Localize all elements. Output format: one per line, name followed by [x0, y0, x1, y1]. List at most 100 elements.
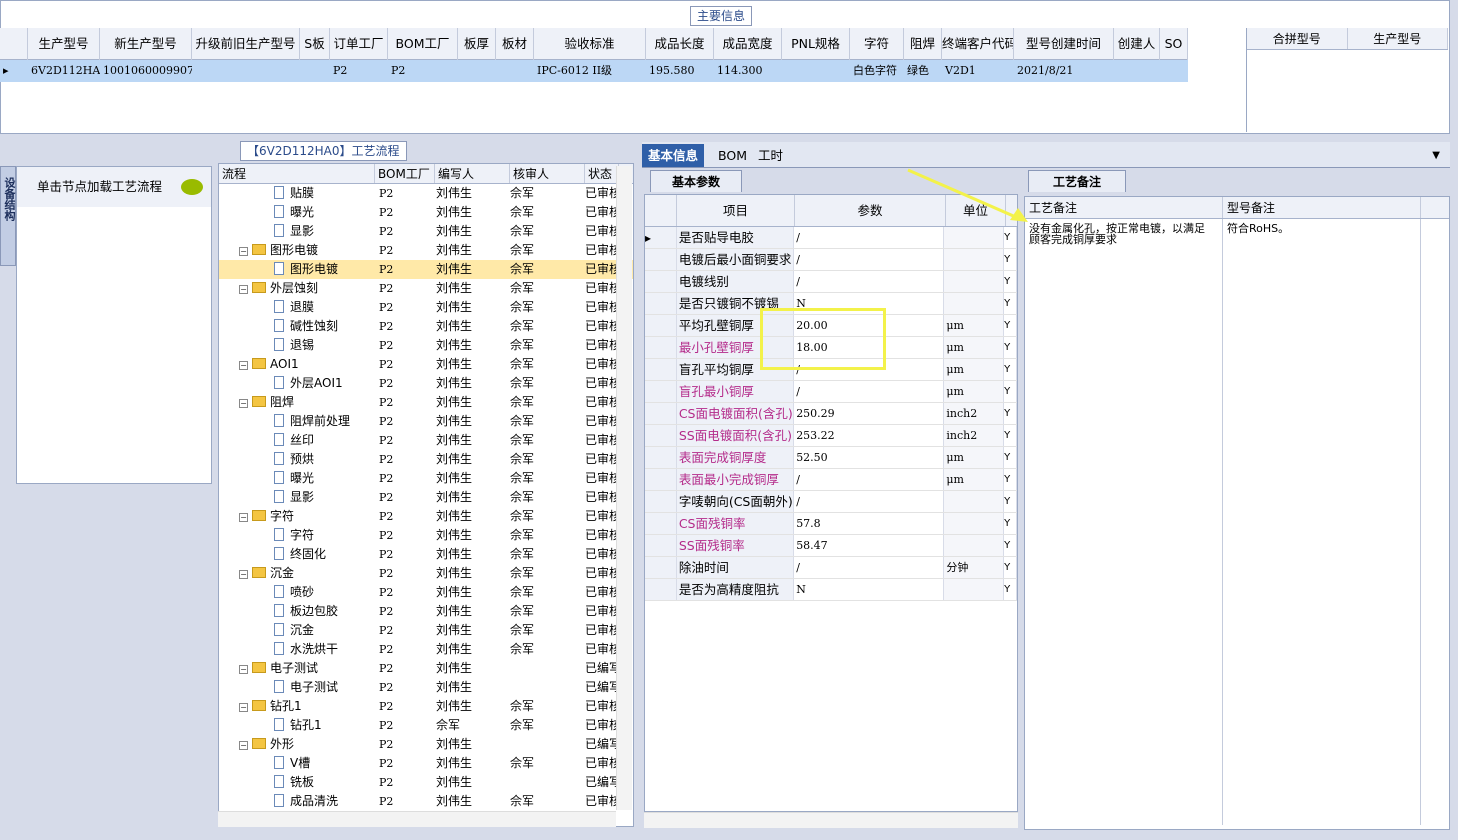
column-header[interactable]: 终端客户代码 — [942, 28, 1014, 60]
tree-row[interactable]: 阻焊前处理 P2 刘伟生 佘军 已审核 — [219, 412, 633, 431]
param-value[interactable]: / — [794, 271, 945, 292]
tab-bom[interactable]: BOM — [712, 144, 753, 167]
cell[interactable]: 绿色 — [904, 60, 942, 82]
param-row[interactable]: 是否为高精度阻抗 N Y — [645, 579, 1017, 601]
tree-row[interactable]: 曝光 P2 刘伟生 佘军 已审核 — [219, 469, 633, 488]
tree-node[interactable]: 板边包胶 — [219, 602, 375, 621]
tree-node[interactable]: − 外形 — [219, 735, 375, 754]
param-row[interactable]: 电镀后最小面铜要求 / Y — [645, 249, 1017, 271]
column-header[interactable]: BOM工厂 — [388, 28, 458, 60]
tree-node[interactable]: 显影 — [219, 488, 375, 507]
tree-node[interactable]: 喷砂 — [219, 583, 375, 602]
tree-row[interactable]: 退锡 P2 刘伟生 佘军 已审核 — [219, 336, 633, 355]
column-header[interactable]: 型号创建时间 — [1014, 28, 1114, 60]
collapse-icon[interactable]: − — [239, 247, 248, 256]
row-selector[interactable] — [645, 271, 677, 292]
tree-row[interactable]: 预烘 P2 刘伟生 佘军 已审核 — [219, 450, 633, 469]
tree-node[interactable]: V槽 — [219, 754, 375, 773]
tree-node[interactable]: 终固化 — [219, 545, 375, 564]
tree-node[interactable]: 字符 — [219, 526, 375, 545]
tree-row[interactable]: − 字符 P2 刘伟生 佘军 已审核 — [219, 507, 633, 526]
tree-node[interactable]: 碱性蚀刻 — [219, 317, 375, 336]
tree-node[interactable]: 曝光 — [219, 203, 375, 222]
column-header[interactable]: 阻焊 — [904, 28, 942, 60]
column-header[interactable]: 板材 — [496, 28, 534, 60]
cell[interactable]: 114.300 — [714, 60, 782, 82]
tree-node[interactable]: 曝光 — [219, 469, 375, 488]
tree-node[interactable]: − 沉金 — [219, 564, 375, 583]
collapse-icon[interactable]: − — [239, 665, 248, 674]
cell[interactable]: 10010600099072 — [100, 60, 192, 82]
device-structure-tab[interactable]: 设备结构 — [0, 166, 16, 266]
column-header[interactable]: 字符 — [850, 28, 904, 60]
param-row[interactable]: 表面完成铜厚度 52.50 μm Y — [645, 447, 1017, 469]
cell[interactable]: 195.580 — [646, 60, 714, 82]
column-header[interactable]: 板厚 — [458, 28, 496, 60]
row-selector[interactable] — [645, 535, 677, 556]
tree-node[interactable]: − 阻焊 — [219, 393, 375, 412]
tree-row[interactable]: 铣板 P2 刘伟生 已编写 — [219, 773, 633, 792]
tree-node[interactable]: 电子测试 — [219, 678, 375, 697]
cell[interactable] — [300, 60, 330, 82]
row-selector[interactable] — [645, 249, 677, 270]
tree-node[interactable]: − 外层蚀刻 — [219, 279, 375, 298]
tree-row[interactable]: − 外层蚀刻 P2 刘伟生 佘军 已审核 — [219, 279, 633, 298]
tree-column-header[interactable]: 核审人 — [510, 164, 585, 183]
tree-row[interactable]: 终固化 P2 刘伟生 佘军 已审核 — [219, 545, 633, 564]
collapse-icon[interactable]: − — [239, 741, 248, 750]
collapse-icon[interactable]: − — [239, 570, 248, 579]
process-note-text[interactable]: 没有金属化孔，按正常电镀，以满足顾客完成铜厚要求 — [1025, 219, 1223, 825]
tree-node[interactable]: 退膜 — [219, 298, 375, 317]
tab-basic-params[interactable]: 基本参数 — [650, 170, 742, 192]
row-selector[interactable] — [645, 403, 677, 424]
row-selector[interactable] — [645, 557, 677, 578]
process-tree[interactable]: 流程 BOM工厂 编写人 核审人 状态 贴膜 P2 刘伟生 佘军 已审核 曝光 P2 刘伟生 佘军 已审核… — [218, 163, 634, 827]
param-row[interactable]: ▸ 是否贴导电胶 / Y — [645, 227, 1017, 249]
tree-row[interactable]: − 图形电镀 P2 刘伟生 佘军 已审核 — [219, 241, 633, 260]
row-selector[interactable] — [645, 491, 677, 512]
tree-row[interactable]: 钻孔1 P2 佘军 佘军 已审核 — [219, 716, 633, 735]
param-row[interactable]: SS面残铜率 58.47 Y — [645, 535, 1017, 557]
main-info-row[interactable]: ▸ 6V2D112HA0 10010600099072 P2 P2 IPC-6012 II… — [0, 60, 1188, 82]
column-header[interactable]: 升级前旧生产型号 — [192, 28, 300, 60]
param-value[interactable]: / — [794, 469, 945, 490]
tree-row[interactable]: 显影 P2 刘伟生 佘军 已审核 — [219, 222, 633, 241]
tree-row[interactable]: 显影 P2 刘伟生 佘军 已审核 — [219, 488, 633, 507]
tree-row[interactable]: V槽 P2 刘伟生 佘军 已审核 — [219, 754, 633, 773]
tree-node[interactable]: 成品清洗 — [219, 792, 375, 811]
param-row[interactable]: 表面最小完成铜厚 / μm Y — [645, 469, 1017, 491]
tree-row[interactable]: − 沉金 P2 刘伟生 佘军 已审核 — [219, 564, 633, 583]
row-selector[interactable] — [645, 425, 677, 446]
column-header[interactable]: PNL规格 — [782, 28, 850, 60]
row-selector[interactable] — [645, 513, 677, 534]
tree-row[interactable]: 外层AOI1 P2 刘伟生 佘军 已审核 — [219, 374, 633, 393]
tree-row[interactable]: 丝印 P2 刘伟生 佘军 已审核 — [219, 431, 633, 450]
tree-column-header[interactable]: 编写人 — [435, 164, 510, 183]
cell[interactable] — [782, 60, 850, 82]
cell[interactable]: P2 — [388, 60, 458, 82]
tree-node[interactable]: − AOI1 — [219, 355, 375, 374]
tree-row[interactable]: − 外形 P2 刘伟生 已编写 — [219, 735, 633, 754]
tree-row[interactable]: 贴膜 P2 刘伟生 佘军 已审核 — [219, 184, 633, 203]
tree-column-header[interactable]: 状态 — [585, 164, 619, 183]
tree-node[interactable]: 显影 — [219, 222, 375, 241]
cell[interactable]: 白色字符 — [850, 60, 904, 82]
param-row[interactable]: 电镀线别 / Y — [645, 271, 1017, 293]
tree-column-header[interactable]: 流程 — [219, 164, 375, 183]
tree-row[interactable]: 字符 P2 刘伟生 佘军 已审核 — [219, 526, 633, 545]
cell[interactable]: P2 — [330, 60, 388, 82]
row-selector[interactable] — [645, 447, 677, 468]
param-value[interactable]: / — [794, 249, 945, 270]
collapse-icon[interactable]: − — [239, 513, 248, 522]
param-value[interactable]: / — [794, 227, 945, 248]
tree-row[interactable]: 电子测试 P2 刘伟生 已编写 — [219, 678, 633, 697]
tree-row[interactable]: 图形电镀 P2 刘伟生 佘军 已审核 — [219, 260, 633, 279]
cell[interactable] — [496, 60, 534, 82]
row-selector[interactable] — [645, 337, 677, 358]
row-selector[interactable] — [645, 579, 677, 600]
grid-column-header[interactable]: 项目 — [677, 195, 795, 226]
tree-node[interactable]: 铣板 — [219, 773, 375, 792]
row-selector[interactable]: ▸ — [645, 227, 677, 248]
tab-work-hours[interactable]: 工时 — [752, 144, 789, 167]
param-value[interactable]: / — [794, 557, 945, 578]
